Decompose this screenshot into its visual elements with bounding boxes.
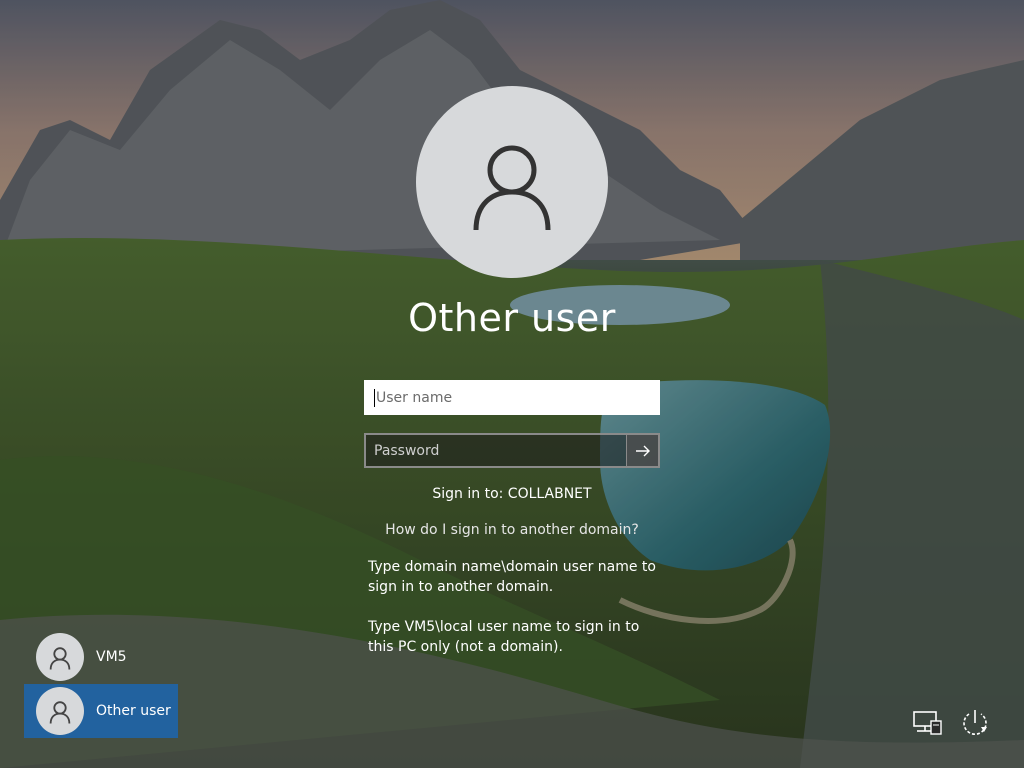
another-domain-link[interactable]: How do I sign in to another domain? bbox=[312, 522, 712, 538]
user-icon bbox=[49, 701, 71, 724]
local-help-text: Type VM5\local user name to sign in to t… bbox=[368, 619, 640, 655]
user-tile-label: VM5 bbox=[96, 649, 127, 665]
sign-in-target: Sign in to: COLLABNET bbox=[432, 486, 592, 502]
username-input[interactable] bbox=[364, 380, 660, 415]
submit-button[interactable] bbox=[626, 435, 658, 466]
power-icon bbox=[963, 710, 987, 735]
password-field-group bbox=[364, 433, 660, 468]
user-icon bbox=[473, 145, 551, 231]
domain-help-text: Type domain name\domain user name to sig… bbox=[368, 559, 656, 595]
user-tile-vm5[interactable]: VM5 bbox=[24, 630, 178, 684]
user-tile-other-user[interactable]: Other user bbox=[24, 684, 178, 738]
user-tile-label: Other user bbox=[96, 703, 171, 719]
small-user-avatar bbox=[36, 633, 84, 681]
network-icon bbox=[913, 711, 942, 735]
text-caret bbox=[374, 389, 375, 407]
power-button[interactable] bbox=[958, 706, 992, 740]
user-title: Other user bbox=[408, 296, 616, 340]
large-user-avatar bbox=[416, 86, 608, 278]
password-input[interactable] bbox=[366, 435, 628, 466]
network-button[interactable] bbox=[910, 706, 944, 740]
small-user-avatar bbox=[36, 687, 84, 735]
lock-screen: Other user Sign in to: COLLABNET How do … bbox=[0, 0, 1024, 768]
user-icon bbox=[49, 647, 71, 670]
arrow-right-icon bbox=[635, 445, 650, 456]
